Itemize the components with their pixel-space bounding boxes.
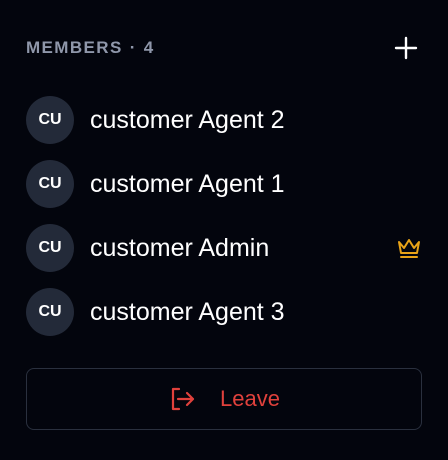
- crown-icon: [398, 239, 420, 258]
- member-name: customer Agent 1: [90, 169, 285, 198]
- leave-button[interactable]: Leave: [26, 368, 422, 430]
- leave-label: Leave: [220, 386, 280, 411]
- avatar: CU: [26, 160, 74, 208]
- exit-icon: [171, 387, 195, 411]
- avatar: CU: [26, 96, 74, 144]
- member-list: CU customer Agent 2 CU customer Agent 1 …: [26, 88, 422, 344]
- members-title: MEMBERS · 4: [26, 38, 155, 58]
- members-header: MEMBERS · 4: [26, 32, 422, 64]
- member-name: customer Agent 3: [90, 297, 285, 326]
- members-separator: ·: [129, 38, 137, 57]
- plus-icon: [394, 36, 418, 60]
- members-count: 4: [143, 38, 155, 57]
- members-panel: MEMBERS · 4 CU customer Agent 2 CU custome…: [0, 0, 448, 460]
- members-heading: MEMBERS: [26, 38, 123, 57]
- member-name: customer Agent 2: [90, 105, 285, 134]
- member-item[interactable]: CU customer Admin: [26, 216, 422, 280]
- member-item[interactable]: CU customer Agent 1: [26, 152, 422, 216]
- member-item[interactable]: CU customer Agent 2: [26, 88, 422, 152]
- avatar: CU: [26, 288, 74, 336]
- avatar: CU: [26, 224, 74, 272]
- member-name: customer Admin: [90, 233, 270, 262]
- member-item[interactable]: CU customer Agent 3: [26, 280, 422, 344]
- add-member-button[interactable]: [390, 32, 422, 64]
